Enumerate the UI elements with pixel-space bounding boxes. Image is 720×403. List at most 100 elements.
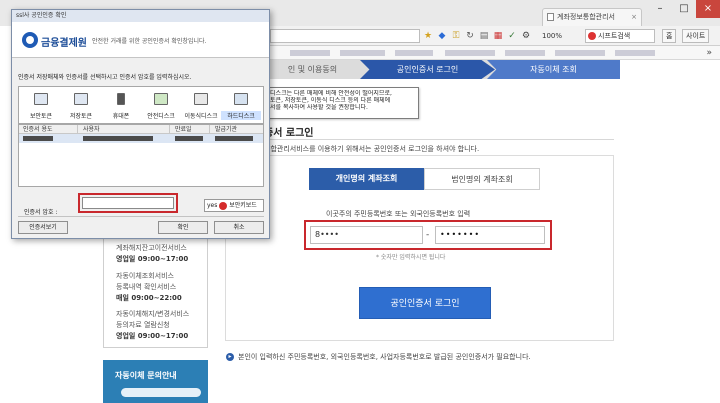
bookmark-item[interactable] (615, 50, 655, 56)
password-label: 인증서 암호 : (24, 209, 58, 216)
certificate-login-button[interactable]: 공인인증서 로그인 (359, 287, 491, 319)
resident-number-dash: - (426, 230, 430, 240)
screen: 계좌정보통합관리서 × – □ × ★ ◆ ⚿ ↻ ▤ ▦ ✓ ⚙ 100% 시… (0, 0, 720, 403)
search-engine-icon (588, 32, 596, 40)
service-item[interactable]: 자동이체조회서비스 (116, 271, 174, 281)
hard-disk-warning-tooltip: 하드디스크는 다른 매체에 비해 안전성이 떨어지므로, 보안토큰, 저장토큰,… (254, 87, 419, 119)
dialog-title-bar[interactable]: ssl사 공인인증 확인 (12, 10, 269, 22)
dialog-instruction: 인증서 저장매체와 인증서를 선택하시고 인증서 암호를 입력하십시오. (18, 74, 192, 81)
storage-location-list: 보안토큰 저장토큰 휴대폰 안전디스크 이동식디스크 하드디스크 (18, 86, 264, 124)
nav-sub-item[interactable] (121, 388, 201, 397)
view-certificate-button[interactable]: 인증서보기 (18, 221, 68, 234)
sites-button[interactable]: 사이트 (682, 29, 710, 43)
login-description: 통합관리서비스를 이용하기 위해서는 공인인증서 로그인을 하셔야 합니다. (264, 145, 480, 153)
bookmark-item[interactable] (505, 50, 545, 56)
bookmark-item[interactable] (445, 50, 495, 56)
location-hard-disk[interactable]: 하드디스크 (221, 91, 261, 123)
column-header-user[interactable]: 사용자 (83, 125, 100, 134)
check-icon[interactable]: ✓ (506, 30, 518, 42)
bookmark-item[interactable] (290, 50, 330, 56)
autopay-inquiry-nav[interactable]: 자동이체 문의안내 (103, 360, 208, 403)
browser-toolbar: ★ ◆ ⚿ ↻ ▤ ▦ ✓ ⚙ 100% 시프트검색 홈 사이트 (270, 26, 720, 46)
address-bar[interactable] (270, 29, 420, 43)
search-box[interactable]: 시프트검색 (585, 29, 655, 43)
tab-title: 계좌정보통합관리서 (557, 13, 615, 21)
input-hint: * 숫자만 입력하시면 됩니다 (376, 254, 446, 261)
service-hours: 영업일 09:00~17:00 (116, 332, 189, 340)
tab-corporate-account[interactable]: 법인명의 계좌조회 (424, 168, 540, 190)
certificate-row[interactable] (19, 134, 263, 143)
mobile-phone-icon (117, 93, 125, 105)
secure-keyboard-toggle[interactable]: yes 보안키보드 (204, 199, 264, 212)
location-safe-disk[interactable]: 안전디스크 (141, 91, 181, 123)
location-mobile-phone[interactable]: 휴대폰 (101, 91, 141, 123)
ok-button[interactable]: 확인 (158, 221, 208, 234)
bookmarks-bar: » (270, 46, 720, 60)
tooltip-line: 하드디스크는 다른 매체에 비해 안전성이 떨어지므로, (259, 90, 392, 97)
certificate-dialog: ssl사 공인인증 확인 금융결제원 안전한 거래를 위한 공인인증서 확인창입… (11, 9, 270, 239)
certificate-table: 인증서 용도 사용자 만료일 발급기관 (18, 124, 264, 187)
calendar-icon[interactable]: ▦ (492, 30, 504, 42)
service-hours: 매일 09:00~22:00 (116, 294, 182, 302)
column-header-issuer[interactable]: 발급기관 (215, 125, 237, 134)
minimize-button[interactable]: – (648, 0, 672, 18)
zoom-level[interactable]: 100% (542, 30, 562, 42)
location-removable-disk[interactable]: 이동식디스크 (181, 91, 221, 123)
footnote-text: 본인이 입력하신 주민등록번호, 외국인등록번호, 사업자등록번호로 발급된 공… (238, 353, 531, 361)
column-separator (77, 125, 78, 134)
service-item[interactable]: 등록내역 확인서비스 (116, 282, 176, 292)
page-icon (547, 13, 554, 21)
info-icon: ▸ (226, 353, 234, 361)
column-separator (209, 125, 210, 134)
bookmark-item[interactable] (395, 50, 433, 56)
secure-keyboard-label: 보안키보드 (229, 202, 257, 209)
location-label: 보안토큰 (29, 113, 53, 120)
resident-number-front-input[interactable]: 8•••• (310, 226, 423, 244)
tooltip-line: 보안토큰, 저장토큰, 이동식 디스크 등의 다른 매체에 (259, 97, 391, 104)
step-certificate-login: 공인인증서 로그인 (360, 60, 495, 79)
security-icon[interactable]: ◆ (436, 30, 448, 42)
location-label: 저장토큰 (69, 113, 93, 120)
tab-personal-account[interactable]: 개인명의 계좌조회 (309, 168, 424, 190)
more-bookmarks-icon[interactable]: » (706, 46, 712, 60)
service-hours: 영업일 09:00~17:00 (116, 255, 189, 263)
maximize-button[interactable]: □ (672, 0, 696, 18)
security-token-icon (34, 93, 48, 105)
key-icon[interactable]: ⚿ (450, 30, 462, 42)
browser-tab[interactable]: 계좌정보통합관리서 × (542, 8, 642, 26)
storage-token-icon (74, 93, 88, 105)
service-info-panel: 계좌해지잔고이전서비스 영업일 09:00~17:00 자동이체조회서비스 등록… (103, 238, 208, 348)
column-header-expiry[interactable]: 만료일 (175, 125, 192, 134)
cancel-button[interactable]: 취소 (214, 221, 264, 234)
document-icon[interactable]: ▤ (478, 30, 490, 42)
star-icon[interactable]: ★ (422, 30, 434, 42)
location-storage-token[interactable]: 저장토큰 (61, 91, 101, 123)
redacted-cell (23, 136, 53, 141)
location-label: 안전디스크 (147, 113, 175, 120)
location-security-token[interactable]: 보안토큰 (21, 91, 61, 123)
service-item[interactable]: 계좌해지잔고이전서비스 (116, 243, 187, 253)
column-separator (169, 125, 170, 134)
step-autopay-inquiry: 자동이체 조회 (487, 60, 620, 79)
column-header-purpose[interactable]: 인증서 용도 (23, 125, 53, 134)
close-window-button[interactable]: × (696, 0, 720, 18)
location-label: 이동식디스크 (184, 113, 218, 120)
tab-close-icon[interactable]: × (631, 9, 637, 25)
settings-icon[interactable]: ⚙ (520, 30, 532, 42)
location-label: 하드디스크 (221, 111, 261, 120)
certificate-password-input[interactable] (82, 197, 174, 209)
redacted-cell (175, 136, 203, 141)
reload-icon[interactable]: ↻ (464, 30, 476, 42)
redacted-cell (215, 136, 253, 141)
bookmark-item[interactable] (340, 50, 385, 56)
title-divider (225, 139, 614, 140)
resident-number-back-input[interactable]: ••••••• (435, 226, 545, 244)
bookmark-item[interactable] (555, 50, 605, 56)
home-button[interactable]: 홈 (662, 29, 677, 43)
service-item[interactable]: 자동이체해지/변경서비스 (116, 309, 189, 319)
kftc-logo-text: 금융결제원 (41, 38, 87, 49)
nav-title: 자동이체 문의안내 (115, 371, 177, 380)
service-item[interactable]: 등의자료 열람신청 (116, 320, 170, 330)
hard-disk-icon (234, 93, 248, 105)
footnote: ▸ 본인이 입력하신 주민등록번호, 외국인등록번호, 사업자등록번호로 발급된 … (226, 352, 531, 362)
